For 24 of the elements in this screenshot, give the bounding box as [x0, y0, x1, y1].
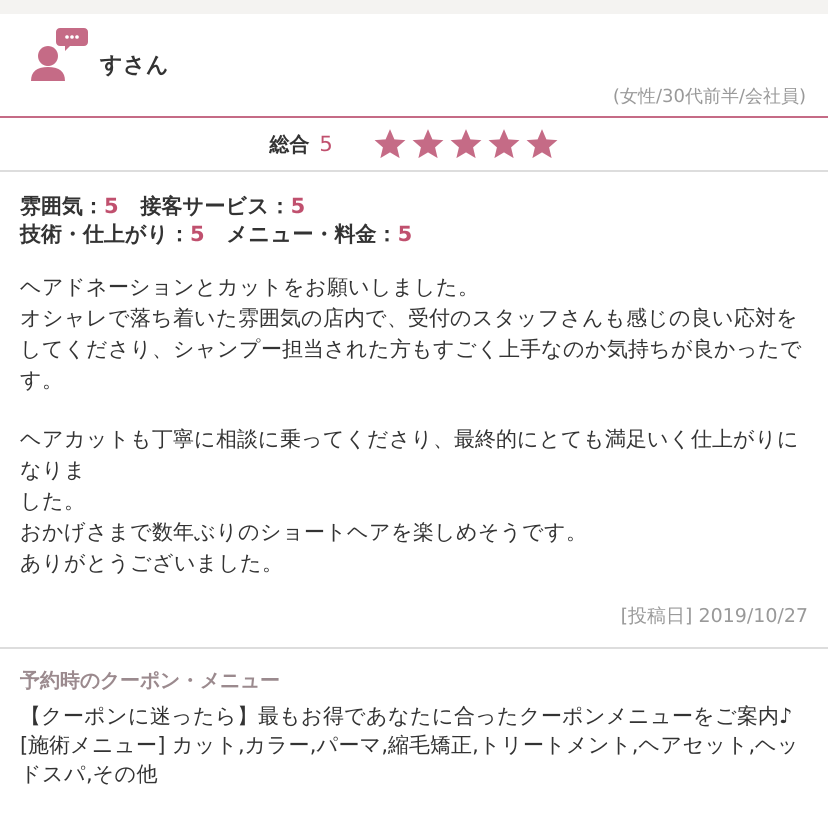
star-icon [372, 127, 407, 161]
coupon-text: 【クーポンに迷ったら】最もお得であなたに合ったクーポンメニューをご案内♪ [20, 703, 794, 730]
rating-item: 雰囲気：5 [20, 193, 119, 220]
overall-score: 5 [319, 132, 333, 156]
star-icon [410, 127, 445, 161]
review-text: ヘアドネーションとカットをお願いしました。 [20, 274, 480, 301]
star-icon [524, 127, 559, 161]
reviewer-name: すさん [100, 52, 169, 80]
reviewer-profile: (女性/30代前半/会社員) [612, 85, 806, 108]
review-text: ありがとうございました。 [20, 550, 284, 577]
overall-label: 総合 [269, 130, 310, 158]
star-icon [448, 127, 483, 161]
review-text: オシャレで落ち着いた雰囲気の店内で、受付のスタッフさんも感じの良い応対をしてくださり、シャンプー担当された方もすごく上手なのか気持ちが良かったです。 [20, 305, 803, 394]
review-text: した。 [20, 488, 86, 515]
review-text: ヘアカットも丁寧に相談に乗ってくださり、最終的にとても満足いく仕上がりになりま [20, 426, 800, 484]
review-text: おかげさまで数年ぶりのショートヘアを楽しめそうです。 [20, 519, 588, 546]
rating-item: 接客サービス：5 [140, 193, 306, 220]
coupon-heading: 予約時のクーポン・メニュー [19, 667, 281, 694]
star-icon [486, 127, 521, 161]
rating-item: 技術・仕上がり：5 [20, 221, 205, 248]
user-chat-icon [30, 26, 88, 82]
posted-date: [投稿日] 2019/10/27 [620, 604, 809, 629]
coupon-text: [施術メニュー] カット,カラー,パーマ,縮毛矯正,トリートメント,ヘアセット,ヘッドスパ,その他 [20, 732, 800, 788]
rating-item: メニュー・料金：5 [226, 221, 412, 248]
